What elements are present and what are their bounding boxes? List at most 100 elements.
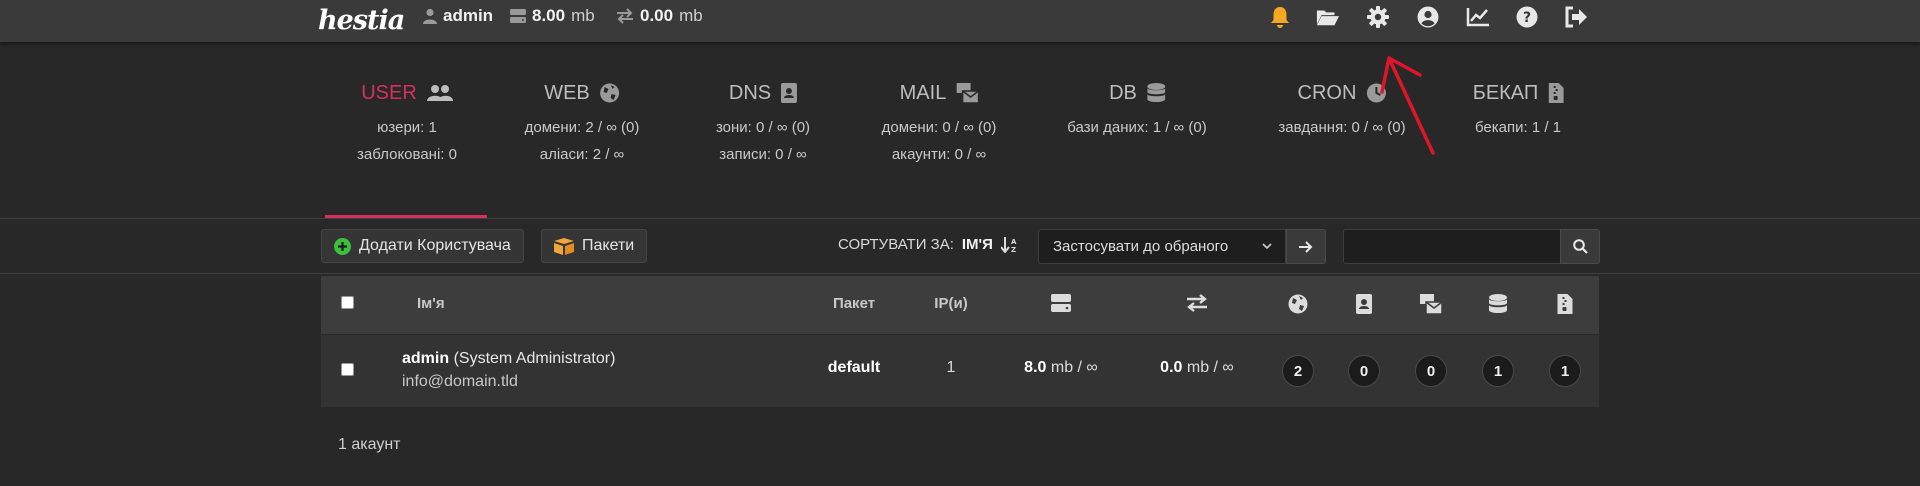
tab-backup[interactable]: БЕКАП бекапи: 1 / 1	[1473, 80, 1564, 135]
tab-cron-title: CRON	[1297, 81, 1357, 104]
tab-backup-line-1: бекапи: 1 / 1	[1474, 119, 1562, 136]
tab-user-title: USER	[361, 81, 417, 104]
col-name-header[interactable]: Ім'я	[417, 295, 445, 312]
divider	[0, 273, 1920, 274]
table-header: Ім'я Пакет IP(и)	[321, 276, 1599, 334]
disk-usage-unit: mb	[571, 6, 595, 25]
packages-button[interactable]: Пакети	[541, 229, 648, 263]
chevron-down-icon	[1262, 243, 1272, 250]
tab-backup-title: БЕКАП	[1472, 81, 1539, 104]
tab-dns[interactable]: DNS зони: 0 / ∞ (0) записи: 0 / ∞	[716, 80, 810, 163]
search-button[interactable]	[1560, 229, 1600, 264]
tab-mail-title: MAIL	[899, 81, 947, 104]
hestia-logo[interactable]: hestia	[318, 2, 405, 38]
tab-web-line-2: аліаси: 2 / ∞	[539, 146, 625, 163]
sort-value: ІМ'Я	[961, 236, 993, 253]
bulk-action-select[interactable]: Застосувати до обраного	[1038, 229, 1286, 264]
file-archive-icon	[1548, 83, 1564, 103]
sort-alpha-down-icon: AZ	[1000, 236, 1017, 253]
database-icon	[1146, 83, 1165, 102]
plus-circle-icon	[334, 237, 351, 255]
help-icon[interactable]: ?	[1515, 5, 1539, 29]
tab-web-line-1: домени: 2 / ∞ (0)	[524, 119, 640, 136]
address-book-icon	[1356, 294, 1372, 319]
package-cell: default	[828, 359, 880, 377]
bandwidth-rest: mb / ∞	[1186, 359, 1234, 376]
backup-count-badge: 1	[1549, 355, 1581, 387]
svg-text:Z: Z	[1011, 246, 1016, 253]
tab-cron[interactable]: CRON завдання: 0 / ∞ (0)	[1278, 80, 1406, 136]
tab-user[interactable]: USER юзери: 1 заблоковані: 0	[357, 80, 457, 163]
dns-count-badge: 0	[1348, 355, 1380, 387]
web-count-badge: 2	[1282, 355, 1314, 387]
bandwidth-cell: 0.0 mb / ∞	[1160, 359, 1234, 377]
tab-mail-line-1: домени: 0 / ∞ (0)	[881, 119, 997, 136]
logout-icon[interactable]	[1564, 5, 1588, 29]
svg-text:?: ?	[1523, 10, 1531, 26]
tab-db[interactable]: DB бази даних: 1 / ∞ (0)	[1067, 80, 1207, 136]
bandwidth-value: 0.0	[1160, 359, 1183, 376]
tab-cron-line-1: завдання: 0 / ∞ (0)	[1278, 119, 1406, 136]
current-user-name: admin	[443, 6, 494, 25]
ips-cell: 1	[946, 359, 956, 376]
address-book-icon	[781, 83, 798, 103]
add-user-label: Додати Користувача	[359, 237, 511, 254]
sort-control[interactable]: СОРТУВАТИ ЗА: ІМ'Я AZ	[838, 236, 1019, 253]
tab-dns-line-2: записи: 0 / ∞	[719, 146, 807, 163]
tab-mail-line-2: акаунти: 0 / ∞	[891, 146, 987, 163]
gear-icon[interactable]	[1366, 5, 1390, 29]
top-bar: hestia admin 8.00 mb 0.00 mb ?	[0, 0, 1920, 42]
transfer-icon	[617, 8, 633, 24]
select-all-checkbox[interactable]	[341, 296, 354, 309]
table-row[interactable]: admin (System Administrator) info@domain…	[321, 335, 1599, 407]
search-icon	[1572, 239, 1588, 254]
tab-db-title: DB	[1109, 81, 1137, 104]
hard-drive-icon	[510, 9, 526, 23]
bell-icon[interactable]	[1268, 5, 1292, 29]
disk-usage-value: 8.00	[532, 6, 566, 25]
tab-web[interactable]: WEB домени: 2 / ∞ (0) аліаси: 2 / ∞	[524, 80, 640, 163]
arrow-right-icon	[1299, 240, 1313, 253]
disk-value: 8.0	[1024, 359, 1047, 376]
box-icon	[554, 237, 574, 255]
hard-drive-icon	[1051, 294, 1071, 317]
mail-count-badge: 0	[1415, 355, 1447, 387]
database-icon	[1489, 294, 1507, 319]
tab-web-title: WEB	[544, 81, 590, 104]
user-cell[interactable]: admin (System Administrator) info@domain…	[402, 347, 615, 393]
col-ips-header: IP(и)	[934, 295, 968, 312]
chart-line-icon[interactable]	[1466, 5, 1490, 29]
transfer-icon	[1186, 294, 1208, 317]
clock-icon	[1366, 83, 1386, 103]
mail-bulk-icon	[1420, 294, 1443, 319]
bandwidth-usage-unit: mb	[679, 6, 703, 25]
disk-rest: mb / ∞	[1050, 359, 1098, 376]
apply-button[interactable]	[1286, 229, 1326, 264]
tab-user-line-1: юзери: 1	[377, 119, 437, 136]
search-input[interactable]	[1343, 229, 1561, 264]
mail-bulk-icon	[956, 83, 979, 103]
db-count-badge: 1	[1482, 355, 1514, 387]
col-package-header: Пакет	[832, 295, 876, 312]
tab-user-line-2: заблоковані: 0	[357, 146, 457, 163]
tab-db-line-1: бази даних: 1 / ∞ (0)	[1067, 119, 1207, 136]
user-email: info@domain.tld	[402, 373, 518, 390]
username[interactable]: admin	[402, 350, 449, 367]
svg-text:A: A	[1011, 238, 1017, 246]
folder-icon[interactable]	[1316, 5, 1340, 29]
file-archive-icon	[1557, 294, 1573, 319]
package-name: default	[827, 359, 881, 376]
users-icon	[426, 85, 453, 101]
divider	[0, 218, 1920, 219]
tab-mail[interactable]: MAIL домени: 0 / ∞ (0) акаунти: 0 / ∞	[881, 80, 997, 163]
user-circle-icon[interactable]	[1416, 5, 1440, 29]
disk-usage: 8.00 mb	[510, 0, 595, 32]
add-user-button[interactable]: Додати Користувача	[321, 229, 524, 263]
user-fullname: (System Administrator)	[453, 350, 616, 367]
row-checkbox[interactable]	[341, 363, 354, 376]
bandwidth-usage-value: 0.00	[640, 6, 674, 25]
tab-dns-title: DNS	[728, 81, 772, 104]
sort-label: СОРТУВАТИ ЗА:	[838, 236, 954, 253]
account-count: 1 акаунт	[338, 436, 401, 453]
globe-icon	[1288, 294, 1308, 319]
